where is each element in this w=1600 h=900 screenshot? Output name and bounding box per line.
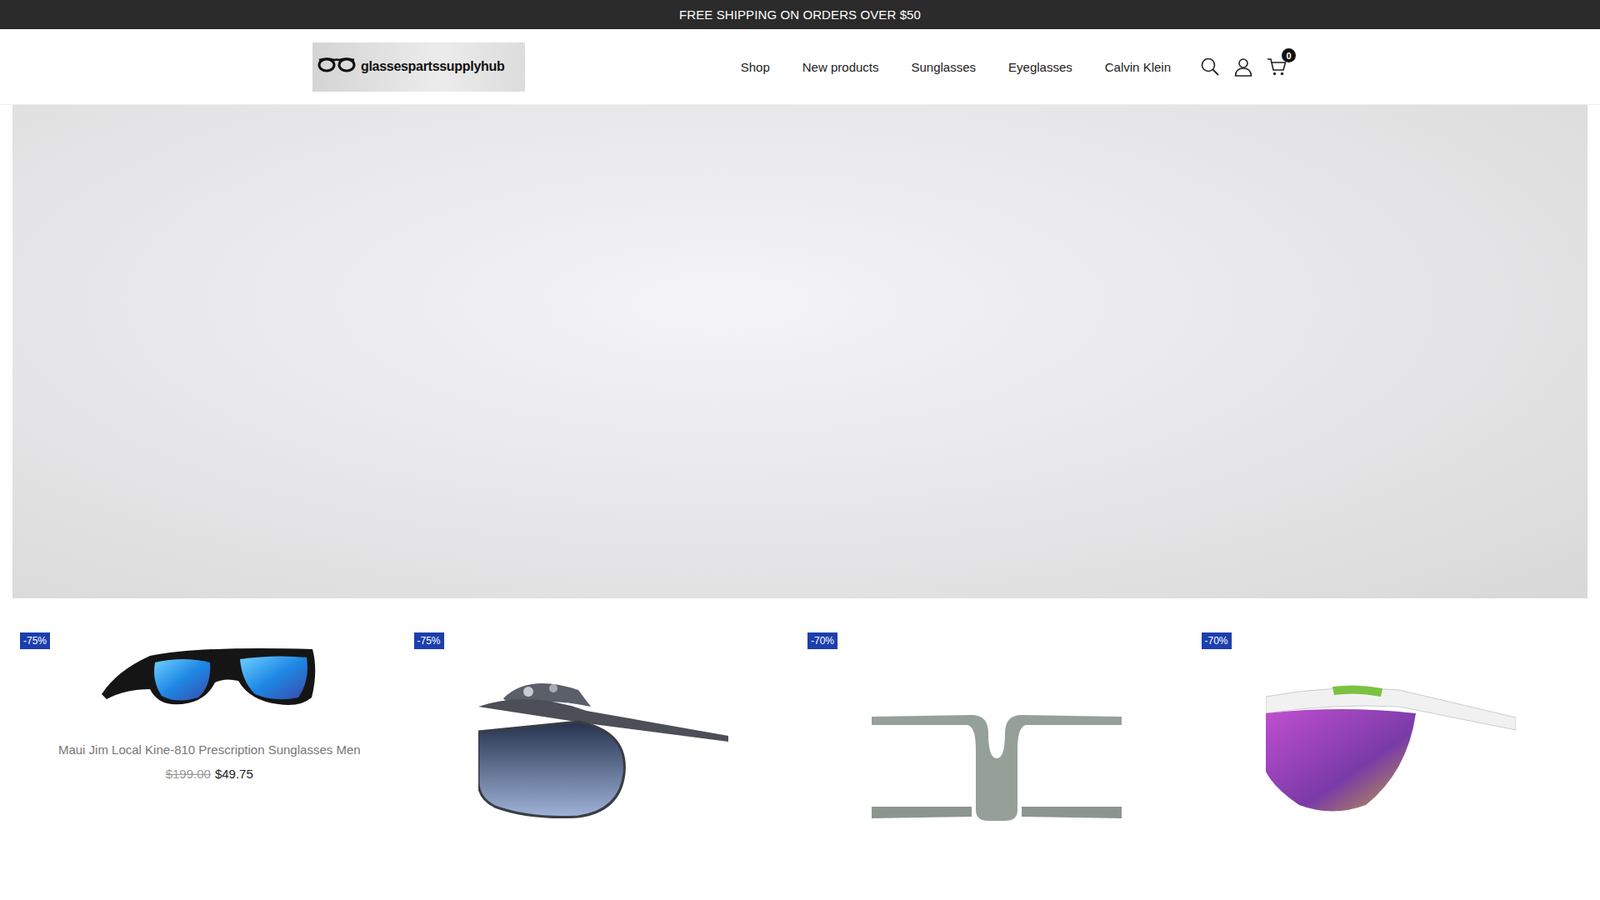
product-grid: -75% Maui Jim Local Kine-810 Prescription… <box>0 598 1600 825</box>
nav-link[interactable]: Shop <box>740 60 770 75</box>
header-right: Shop New products Sunglasses Eyeglasses Calv… <box>740 55 1288 78</box>
discount-badge: -70% <box>807 632 838 650</box>
user-icon[interactable] <box>1232 55 1255 78</box>
nav-link[interactable]: Sunglasses <box>911 60 977 75</box>
product-card[interactable]: -75% Maui Jim Local Kine-810 Prescription… <box>12 632 407 825</box>
search-icon[interactable] <box>1199 55 1221 78</box>
product-name[interactable]: Maui Jim Local Kine-810 Prescription Sun… <box>58 742 361 757</box>
product-card[interactable]: -75% <box>406 632 801 825</box>
product-image[interactable] <box>100 637 319 713</box>
main-nav: Shop New products Sunglasses Eyeglasses Calv… <box>740 60 1171 75</box>
cart-count: 0 <box>1281 48 1296 63</box>
old-price: $199.00 <box>165 766 211 781</box>
sale-price: $49.75 <box>215 766 254 781</box>
cart-icon[interactable]: 0 <box>1265 55 1288 78</box>
nav-link[interactable]: Eyeglasses <box>1008 60 1073 75</box>
nav-link[interactable]: New products <box>802 60 880 75</box>
product-price: $199.00 $49.75 <box>165 766 254 781</box>
glasses-logo-icon <box>317 55 356 79</box>
announcement-text: FREE SHIPPING ON ORDERS OVER $50 <box>679 7 921 22</box>
announcement-bar: FREE SHIPPING ON ORDERS OVER $50 <box>0 0 1600 30</box>
hero-banner <box>12 105 1588 599</box>
discount-badge: -70% <box>1201 632 1232 650</box>
logo-text: glassespartssupplyhub <box>360 59 505 75</box>
product-image[interactable] <box>478 673 729 820</box>
header-icons: 0 <box>1199 55 1288 78</box>
product-card[interactable]: -70% <box>800 632 1195 825</box>
product-image[interactable] <box>1265 680 1516 814</box>
header-inner: glassespartssupplyhub Shop New products Sun… <box>312 29 1288 105</box>
site-header: glassespartssupplyhub Shop New products Sun… <box>0 29 1600 105</box>
logo[interactable]: glassespartssupplyhub <box>312 42 525 92</box>
product-card[interactable]: -70% <box>1194 632 1589 825</box>
discount-badge: -75% <box>414 632 445 650</box>
nav-link[interactable]: Calvin Klein <box>1105 60 1171 75</box>
discount-badge: -75% <box>20 632 50 650</box>
product-image[interactable] <box>871 700 1122 825</box>
